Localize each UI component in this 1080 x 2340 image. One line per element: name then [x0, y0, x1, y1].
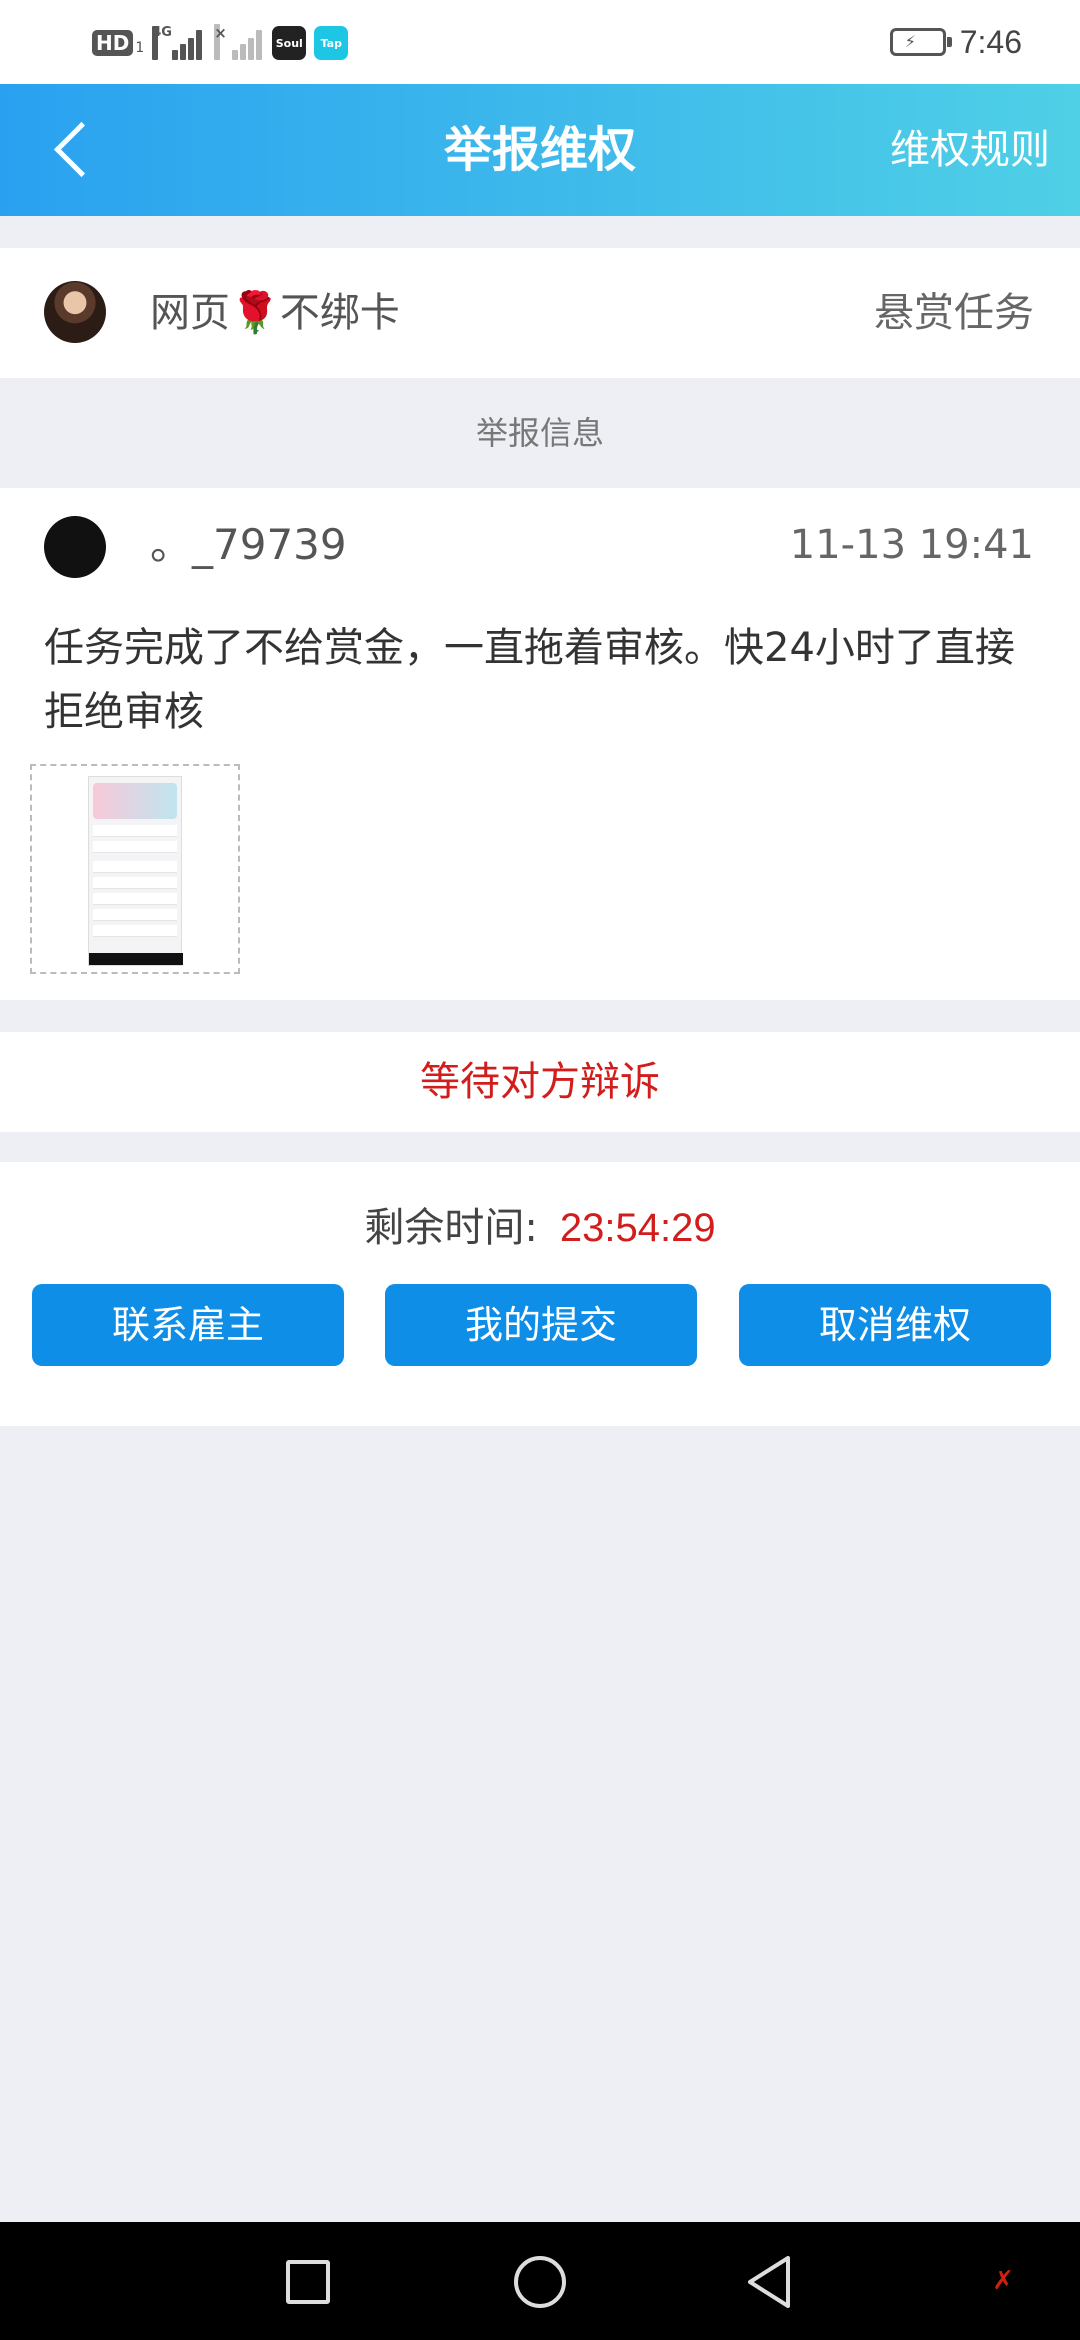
task-name-prefix: 网页 [150, 290, 230, 336]
home-circle-icon[interactable] [514, 2256, 566, 2308]
rose-emoji: 🌹 [230, 290, 280, 336]
my-submission-button[interactable]: 我的提交 [385, 1284, 697, 1366]
signal-no-service-icon: × [212, 24, 264, 60]
back-triangle-icon[interactable] [744, 2254, 794, 2310]
clock: 7:46 [959, 23, 1022, 60]
dispute-status: 等待对方辩诉 [0, 1032, 1080, 1132]
task-name-suffix: 不绑卡 [279, 290, 400, 336]
sim-indicator: 1 [135, 40, 145, 56]
thumbnail-screenshot [88, 776, 183, 966]
section-label: 举报信息 [475, 414, 604, 452]
reporter-avatar [44, 516, 106, 578]
status-icons-right: ⚡ 7:46 [889, 18, 1022, 66]
task-card[interactable]: 网页🌹不绑卡 悬赏任务 [0, 248, 1080, 378]
status-bar: HD 1 4G × Soul Tap ⚡ 7:46 [0, 0, 1080, 84]
remaining-time-label: 剩余时间: [364, 1205, 538, 1251]
task-type: 悬赏任务 [874, 290, 1034, 336]
reporter-username: 。_79739 [150, 520, 347, 569]
actions-panel: 剩余时间: 23:54:29 联系雇主 我的提交 取消维权 [0, 1162, 1080, 1426]
report-content: 任务完成了不给赏金，一直拖着审核。快24小时了直接拒绝审核 [44, 625, 1015, 735]
battery-charging-icon: ⚡ [889, 28, 952, 56]
system-nav-bar: ✗ [0, 2222, 1080, 2340]
rules-link[interactable]: 维权规则 [890, 84, 1050, 216]
contact-employer-button[interactable]: 联系雇主 [32, 1284, 344, 1366]
status-icons-left: HD 1 4G × Soul Tap [92, 24, 349, 62]
hd-indicator: HD [92, 30, 134, 56]
avatar [44, 281, 106, 343]
signal-icon: 4G [152, 26, 204, 60]
tap-app-icon: Tap [314, 26, 349, 60]
network-type: 4G [152, 26, 172, 60]
remaining-time: 剩余时间: 23:54:29 [0, 1198, 1080, 1258]
task-name: 网页🌹不绑卡 [150, 248, 400, 378]
cancel-dispute-button[interactable]: 取消维权 [739, 1284, 1051, 1366]
evidence-thumbnail[interactable] [30, 764, 240, 974]
remaining-time-value: 23:54:29 [559, 1206, 716, 1250]
report-timestamp: 11-13 19:41 [789, 522, 1034, 568]
app-header: 举报维权 维权规则 [0, 84, 1080, 216]
report-card: 。_79739 11-13 19:41 任务完成了不给赏金，一直拖着审核。快24… [0, 488, 1080, 1000]
recents-square-icon[interactable] [286, 2260, 330, 2304]
watermark-logo-icon: ✗ [992, 2266, 1014, 2296]
soul-app-icon: Soul [272, 26, 307, 60]
